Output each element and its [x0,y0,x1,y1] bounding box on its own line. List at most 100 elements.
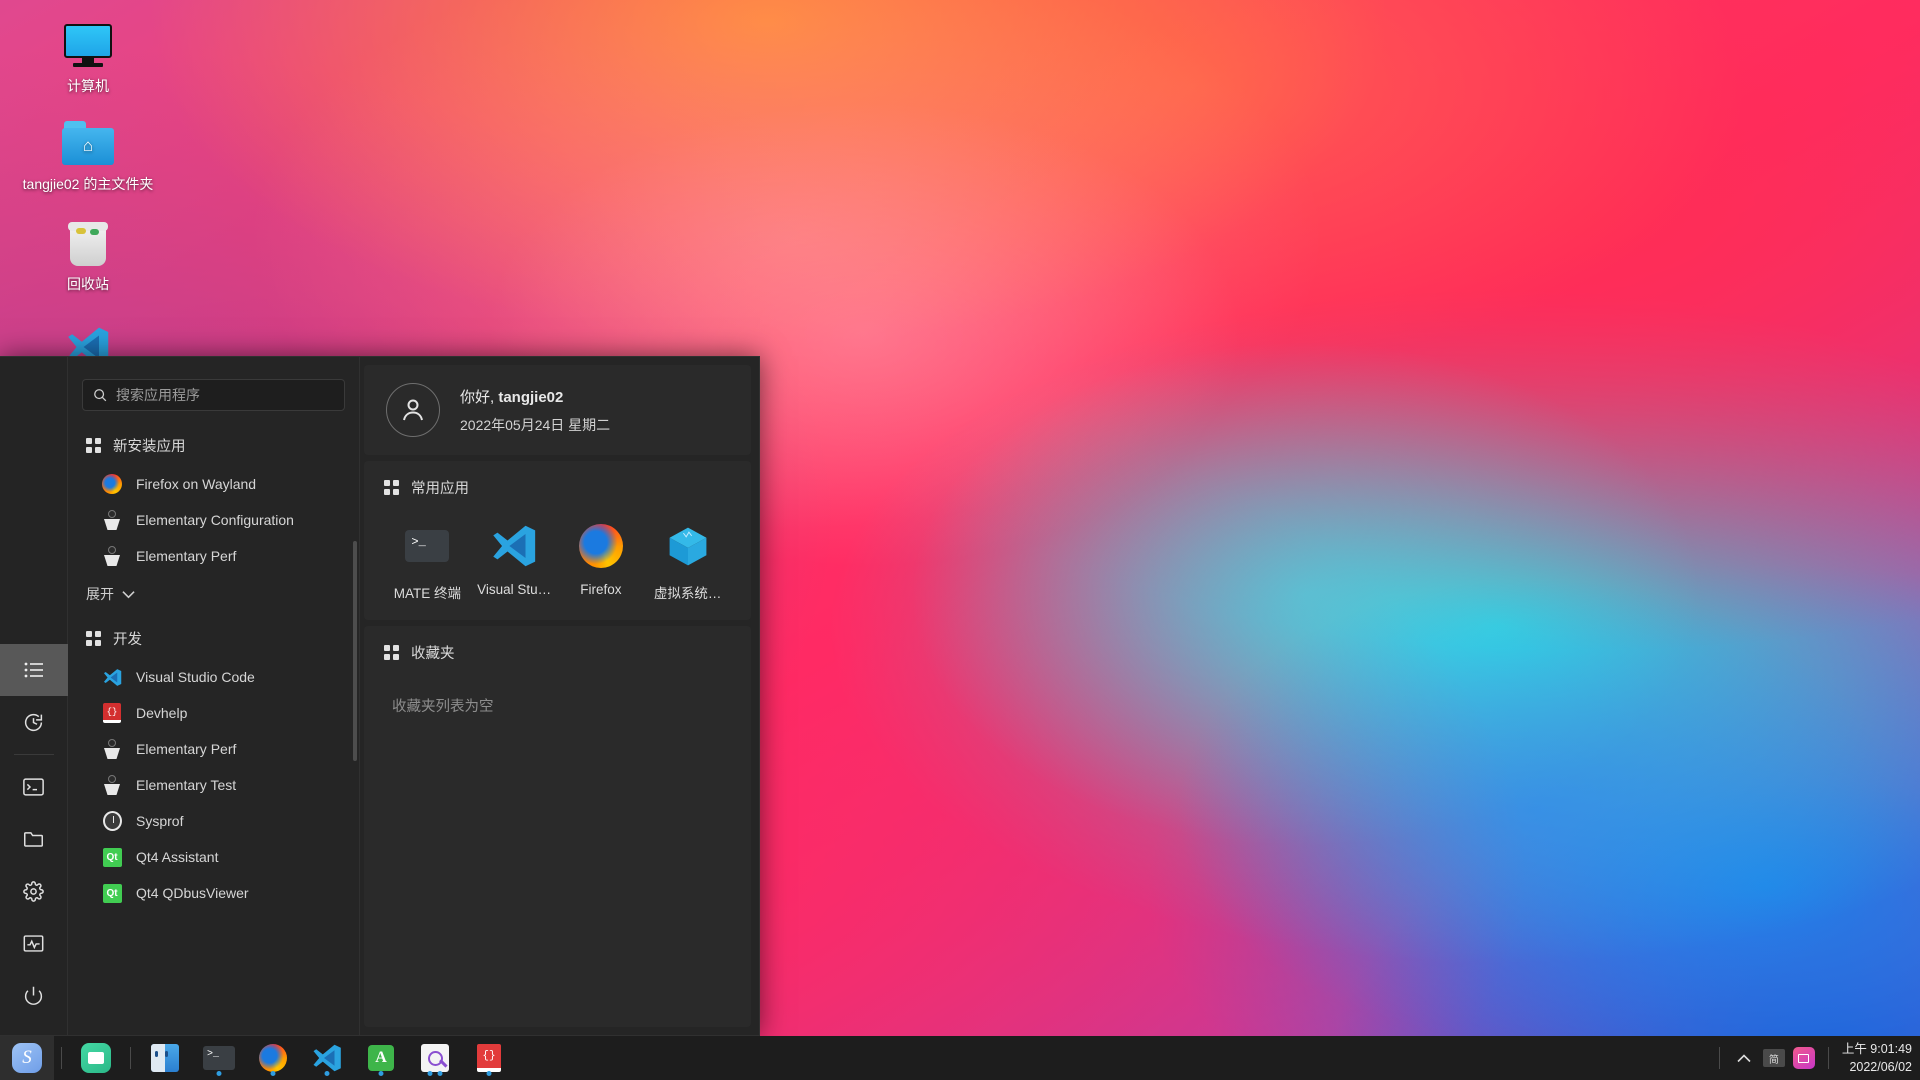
vscode-icon [102,667,122,687]
firefox-icon [579,520,623,572]
firefox-icon [259,1044,287,1072]
taskbar-item-firefox[interactable] [246,1036,300,1080]
category-header-new-apps: 新安装应用 [68,421,359,466]
clock-time: 上午 9:01:49 [1842,1040,1912,1058]
category-header-development: 开发 [68,614,359,659]
favorites-header: 收藏夹 [384,642,731,663]
app-list-item-visual-studio-code[interactable]: Visual Studio Code [68,659,359,695]
tray-ime-button[interactable]: 简 [1759,1043,1789,1073]
category-title: 新安装应用 [113,435,186,456]
user-text: 你好, tangjie02 2022年05月24日 星期二 [460,386,610,435]
search-icon [93,388,107,402]
favorites-empty-text: 收藏夹列表为空 [384,681,731,730]
common-app-virtual-system[interactable]: 虚拟系统… [644,516,731,606]
common-app-mate-terminal[interactable]: >_ MATE 终端 [384,516,471,606]
computer-monitor-icon [0,16,176,74]
app-label: Visual Studio Code [136,669,255,685]
tray-expand-button[interactable] [1729,1043,1759,1073]
app-list-item-elementary-configuration[interactable]: Elementary Configuration [68,502,359,538]
rail-button-terminal[interactable] [0,761,68,813]
common-app-label: 虚拟系统… [654,582,722,602]
devhelp-icon: {} [477,1044,501,1072]
app-list-scrollbar[interactable] [353,541,357,761]
magnifier-icon [421,1044,449,1072]
app-list-item-sysprof[interactable]: Sysprof [68,803,359,839]
sysprof-icon [102,811,122,831]
common-app-visual-studio-code[interactable]: Visual Stu… [471,516,558,606]
app-label: Qt4 QDbusViewer [136,885,249,901]
notification-icon [1793,1047,1815,1069]
start-logo-icon: S [12,1043,42,1073]
taskbar-item-magnifier[interactable] [408,1036,462,1080]
rail-button-files[interactable] [0,813,68,865]
user-name: tangjie02 [498,389,563,406]
rail-button-settings[interactable] [0,865,68,917]
vscode-icon [491,520,537,572]
clock[interactable]: 上午 9:01:49 2022/06/02 [1838,1040,1912,1076]
virtualbox-cube-icon [665,520,711,572]
expand-toggle[interactable]: 展开 [68,574,359,614]
app-label: Firefox on Wayland [136,476,256,492]
ime-indicator: 简 [1763,1049,1785,1067]
taskbar-divider [130,1047,131,1069]
app-list-column: 新安装应用 Firefox on Wayland Elementary Conf… [68,357,360,1035]
grid-icon [86,631,101,646]
tray-notification-button[interactable] [1789,1043,1819,1073]
common-apps-panel: 常用应用 >_ MATE 终端 Visual Stu… [364,461,751,620]
user-avatar-icon [398,395,428,425]
running-indicator [271,1071,276,1076]
app-label: Qt4 Assistant [136,849,218,865]
devhelp-icon: {} [102,703,122,723]
terminal-icon: >_ [203,1046,235,1070]
taskbar-item-task-view[interactable] [69,1036,123,1080]
firefox-icon [102,474,122,494]
tray-divider [1828,1047,1829,1069]
taskbar-item-file-manager[interactable] [138,1036,192,1080]
avatar[interactable] [386,383,440,437]
qt-icon: Qt [102,883,122,903]
common-app-label: MATE 终端 [394,582,461,602]
rail-button-monitor[interactable] [0,917,68,969]
search-box[interactable] [82,379,345,411]
greeting: 你好, tangjie02 [460,386,610,407]
app-list-item-qt4-assistant[interactable]: Qt Qt4 Assistant [68,839,359,875]
common-app-firefox[interactable]: Firefox [558,516,645,606]
common-app-label: Visual Stu… [477,582,551,597]
elementary-icon [102,739,122,759]
user-panel: 你好, tangjie02 2022年05月24日 星期二 [364,365,751,455]
search-input[interactable] [116,387,334,403]
taskbar-item-devhelp[interactable]: {} [462,1036,516,1080]
taskbar-item-mate-terminal[interactable]: >_ [192,1036,246,1080]
start-button[interactable]: S [0,1036,54,1080]
running-indicator [487,1071,492,1076]
app-list-item-elementary-perf[interactable]: Elementary Perf [68,731,359,767]
desktop-icon-trash[interactable]: 回收站 [0,214,176,294]
desktop-icon-home[interactable]: ⌂ tangjie02 的主文件夹 [0,114,176,194]
chevron-up-icon [1737,1054,1751,1063]
app-list-item-elementary-test[interactable]: Elementary Test [68,767,359,803]
app-list-item-elementary-perf-new[interactable]: Elementary Perf [68,538,359,574]
rail-divider [14,754,54,755]
rail-button-all-apps[interactable] [0,644,68,696]
rail-button-recent[interactable] [0,696,68,748]
taskbar-item-anaconda[interactable]: A [354,1036,408,1080]
rail-button-power[interactable] [0,969,68,1021]
clock-date: 2022/06/02 [1842,1058,1912,1076]
tray-divider [1719,1047,1720,1069]
common-apps-grid: >_ MATE 终端 Visual Stu… Firefox [384,516,731,606]
anaconda-icon: A [368,1045,394,1071]
taskbar-item-visual-studio-code[interactable] [300,1036,354,1080]
start-menu[interactable]: 新安装应用 Firefox on Wayland Elementary Conf… [0,356,760,1036]
app-list-item-qt4-qdbusviewer[interactable]: Qt Qt4 QDbusViewer [68,875,359,911]
favorites-panel: 收藏夹 收藏夹列表为空 [364,626,751,1027]
favorites-title: 收藏夹 [411,642,455,663]
start-menu-rail [0,357,68,1035]
app-list-item-devhelp[interactable]: {} Devhelp [68,695,359,731]
desktop-icon-label: tangjie02 的主文件夹 [0,176,176,194]
app-list-item-firefox-wayland[interactable]: Firefox on Wayland [68,466,359,502]
desktop-icon-computer[interactable]: 计算机 [0,16,176,96]
desktop-icon-label: 回收站 [0,276,176,294]
app-list-scroll-area[interactable]: 新安装应用 Firefox on Wayland Elementary Conf… [68,421,359,1035]
desktop-icon-label: 计算机 [0,78,176,96]
chevron-down-icon [122,590,135,599]
